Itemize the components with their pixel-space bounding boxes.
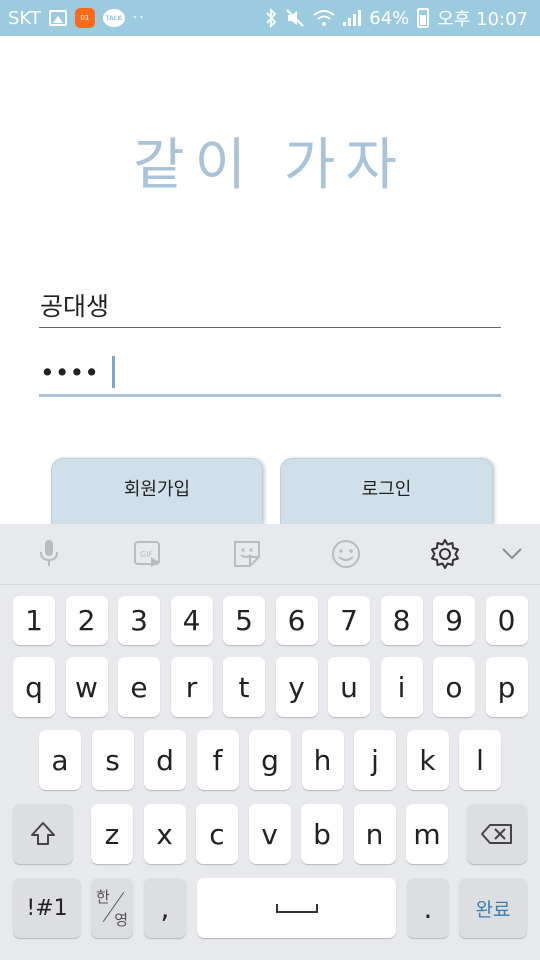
key-z[interactable]: z — [91, 804, 133, 864]
battery-percent: 64% — [369, 7, 410, 29]
key-2[interactable]: 2 — [65, 596, 108, 645]
key-p[interactable]: p — [485, 657, 528, 717]
status-bar: SKT 01 TALK ·· 64% 오후 10:07 — [0, 0, 540, 36]
lang-han: 한 — [96, 888, 110, 906]
key-j[interactable]: j — [354, 730, 396, 790]
bluetooth-icon — [265, 8, 277, 28]
signal-icon — [343, 10, 362, 26]
key-c[interactable]: c — [196, 804, 238, 864]
comma-key[interactable]: , — [144, 878, 186, 938]
login-button[interactable]: 로그인 — [280, 458, 493, 524]
key-o[interactable]: o — [433, 657, 475, 717]
period-key[interactable]: . — [407, 878, 449, 938]
backspace-key[interactable] — [467, 804, 527, 864]
clock: 오후 10:07 — [437, 9, 528, 30]
symbols-key[interactable]: !#1 — [13, 878, 81, 938]
key-e[interactable]: e — [118, 657, 160, 717]
microphone-icon[interactable] — [31, 536, 67, 572]
key-d[interactable]: d — [144, 730, 186, 790]
language-switch-key[interactable]: 한영 — [91, 878, 133, 938]
key-q[interactable]: q — [13, 657, 55, 717]
username-field-container — [39, 282, 501, 328]
key-9[interactable]: 9 — [433, 596, 475, 645]
lang-eng: 영 — [114, 911, 128, 929]
key-t[interactable]: t — [223, 657, 265, 717]
key-a[interactable]: a — [39, 730, 81, 790]
language-switch-label: 한영 — [91, 878, 133, 938]
wifi-icon — [313, 9, 335, 27]
key-m[interactable]: m — [406, 804, 448, 864]
key-l[interactable]: l — [459, 730, 501, 790]
emoji-icon[interactable] — [328, 536, 364, 572]
key-8[interactable]: 8 — [380, 596, 423, 645]
key-y[interactable]: y — [275, 657, 318, 717]
signup-button[interactable]: 회원가입 — [51, 458, 263, 524]
backspace-icon — [481, 824, 512, 844]
username-input[interactable] — [39, 282, 501, 327]
key-n[interactable]: n — [353, 804, 396, 864]
key-g[interactable]: g — [249, 730, 291, 790]
gif-icon[interactable]: GIF — [130, 536, 166, 572]
key-7[interactable]: 7 — [328, 596, 370, 645]
key-4[interactable]: 4 — [170, 596, 213, 645]
talk-icon: TALK — [102, 9, 125, 27]
key-k[interactable]: k — [406, 730, 449, 790]
key-u[interactable]: u — [328, 657, 370, 717]
more-notifications-icon: ·· — [132, 10, 146, 26]
gallery-icon — [48, 10, 67, 26]
text-cursor — [112, 356, 115, 388]
key-5[interactable]: 5 — [223, 596, 265, 645]
key-6[interactable]: 6 — [275, 596, 318, 645]
key-1[interactable]: 1 — [13, 596, 55, 645]
key-w[interactable]: w — [65, 657, 108, 717]
space-icon — [275, 904, 318, 913]
key-b[interactable]: b — [301, 804, 343, 864]
app-title: 같이 가자 — [133, 133, 407, 198]
password-input[interactable] — [39, 350, 501, 394]
shift-key[interactable] — [13, 804, 73, 864]
settings-icon[interactable] — [427, 536, 463, 572]
battery-icon — [417, 8, 430, 28]
key-x[interactable]: x — [143, 804, 186, 864]
shift-icon — [31, 822, 55, 845]
key-3[interactable]: 3 — [118, 596, 160, 645]
key-s[interactable]: s — [91, 730, 134, 790]
sticker-icon[interactable] — [229, 536, 265, 572]
key-f[interactable]: f — [196, 730, 239, 790]
space-key[interactable] — [197, 878, 396, 938]
key-h[interactable]: h — [301, 730, 344, 790]
mute-icon — [285, 8, 305, 28]
key-r[interactable]: r — [170, 657, 213, 717]
keyboard: GIF 1234567890 qwertyuiop asdfghjkl zxcvbnm… — [0, 524, 540, 960]
keyboard-toolbar: GIF — [0, 524, 540, 585]
key-0[interactable]: 0 — [485, 596, 528, 645]
status-right: 64% 오후 10:07 — [265, 5, 528, 31]
carrier-label: SKT — [8, 7, 41, 29]
app-notification-icon: 01 — [74, 8, 95, 28]
key-v[interactable]: v — [248, 804, 291, 864]
key-i[interactable]: i — [380, 657, 423, 717]
chevron-down-icon[interactable] — [494, 536, 530, 572]
done-key[interactable]: 완료 — [459, 878, 527, 938]
password-field-container — [39, 350, 501, 397]
status-left: SKT 01 TALK ·· — [8, 8, 146, 29]
